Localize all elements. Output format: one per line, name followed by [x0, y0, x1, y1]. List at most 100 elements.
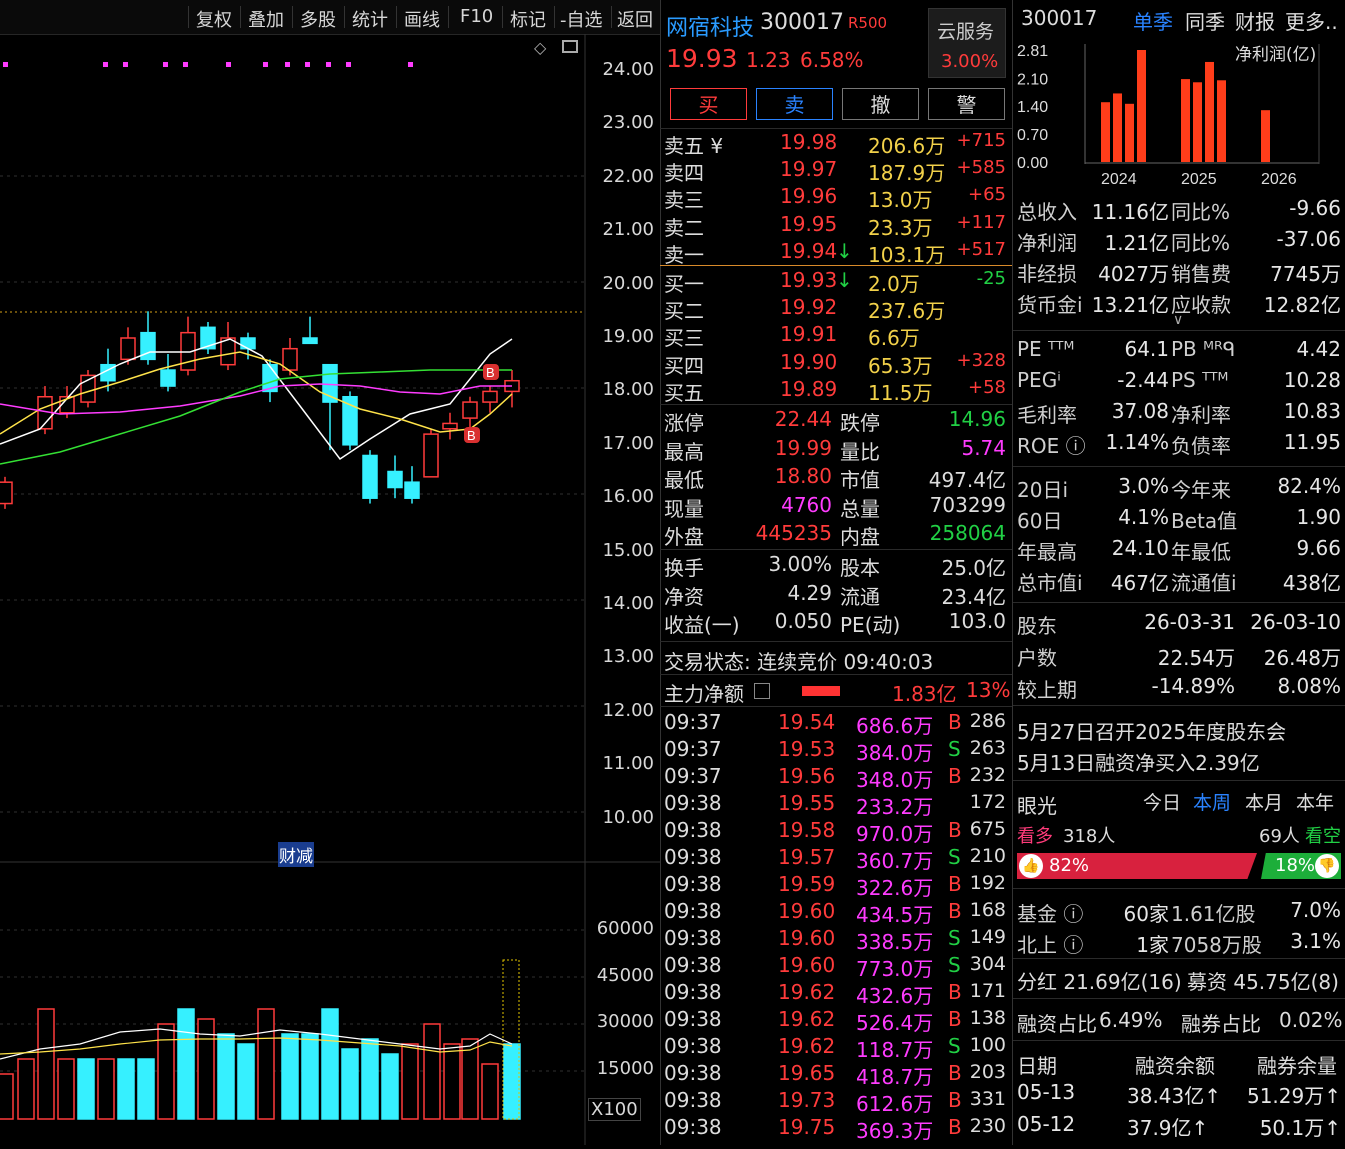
- volume-bar: [481, 1063, 499, 1120]
- fin-label: 总收入: [1017, 200, 1077, 224]
- fin-y-tick: 0.70: [1017, 127, 1048, 144]
- stat-value: 19.99: [774, 435, 832, 460]
- bull-bar[interactable]: 👍 82%: [1017, 853, 1257, 879]
- toolbar-multi[interactable]: 多股: [300, 6, 336, 32]
- last-price: 19.93: [666, 44, 738, 73]
- tick-count: 100: [969, 1034, 1006, 1056]
- tick-row[interactable]: 09:38 19.62 118.7万 S 100: [664, 1034, 1010, 1062]
- list-icon[interactable]: [754, 683, 770, 699]
- fin-value: 1.90: [1296, 505, 1341, 529]
- signal-dot: [103, 62, 108, 67]
- chevron-down-icon[interactable]: ∨: [1173, 312, 1183, 328]
- toolbar-watchlist[interactable]: -自选: [560, 6, 603, 32]
- tick-row[interactable]: 09:37 19.54 686.6万 B 286: [664, 710, 1010, 738]
- toolbar-separator: [344, 6, 345, 28]
- tick-row[interactable]: 09:38 19.75 369.3万 B 230: [664, 1115, 1010, 1143]
- toolbar-mark[interactable]: 标记: [510, 6, 546, 32]
- bull-count: 318人: [1063, 826, 1116, 847]
- kline-chart[interactable]: BB 24.00 23.00 22.00 21.00 20.00 19.00 18.00 17…: [0, 34, 660, 1145]
- panel-toggle-icon[interactable]: [562, 40, 578, 53]
- down-arrow-icon: ↓: [836, 238, 853, 263]
- tick-row[interactable]: 09:37 19.53 384.0万 S 263: [664, 737, 1010, 765]
- toolbar-back[interactable]: 返回: [617, 6, 653, 32]
- tick-row[interactable]: 09:38 19.55 233.2万 172: [664, 791, 1010, 819]
- tick-row[interactable]: 09:38 19.62 432.6万 B 171: [664, 980, 1010, 1008]
- orderbook-row[interactable]: 卖四 19.97 187.9万 +585: [664, 157, 1010, 185]
- stat-value: 23.4亿: [941, 584, 1006, 609]
- tick-count: 168: [969, 899, 1006, 921]
- tick-time: 09:37: [664, 737, 722, 761]
- fin-label: 20日i: [1017, 478, 1069, 502]
- sector-box[interactable]: 云服务 3.00%: [928, 8, 1006, 78]
- cancel-button[interactable]: 撤: [842, 88, 919, 120]
- price-tick: 22.00: [602, 165, 654, 187]
- tick-side: B: [948, 764, 962, 788]
- bear-bar[interactable]: 18% 👎: [1261, 853, 1341, 879]
- tick-count: 203: [969, 1061, 1006, 1083]
- sell-button[interactable]: 卖: [756, 88, 833, 120]
- eye-tab-today[interactable]: 今日: [1143, 788, 1181, 815]
- tick-row[interactable]: 09:38 19.62 526.4万 B 138: [664, 1007, 1010, 1035]
- orderbook-row[interactable]: 卖三 19.96 13.0万 +65: [664, 184, 1010, 212]
- news-item[interactable]: 5月27日召开2025年度股东会: [1017, 716, 1286, 745]
- tick-time: 09:38: [664, 1115, 722, 1139]
- fin-value: 7.0%: [1290, 898, 1341, 922]
- tick-row[interactable]: 09:38 19.58 970.0万 B 675: [664, 818, 1010, 846]
- tick-row[interactable]: 09:38 19.59 322.6万 B 192: [664, 872, 1010, 900]
- signal-dot: [326, 62, 331, 67]
- tick-amount: 773.0万: [856, 957, 934, 981]
- holder-label: 户数: [1017, 646, 1057, 670]
- fin-value: 3.1%: [1290, 929, 1341, 953]
- orderbook-row[interactable]: 卖二 19.95 23.3万 +117: [664, 212, 1010, 240]
- tick-row[interactable]: 09:38 19.60 434.5万 B 168: [664, 899, 1010, 927]
- orderbook-row[interactable]: 买一 19.93 ↓ 2.0万 -25: [664, 268, 1010, 296]
- main-flow-pct: 13%: [966, 678, 1011, 702]
- tick-row[interactable]: 09:38 19.60 338.5万 S 149: [664, 926, 1010, 954]
- toolbar-stats[interactable]: 统计: [352, 6, 388, 32]
- tick-row[interactable]: 09:38 19.65 418.7万 B 203: [664, 1061, 1010, 1089]
- stat-label: 跌停: [840, 411, 880, 435]
- toolbar-overlay[interactable]: 叠加: [248, 6, 284, 32]
- tick-row[interactable]: 09:37 19.56 348.0万 B 232: [664, 764, 1010, 792]
- stat-row: 最高 19.99 量比 5.74: [664, 435, 1010, 464]
- toolbar-fuquan[interactable]: 复权: [196, 6, 232, 32]
- orderbook-row[interactable]: 卖五 ¥ 19.98 206.6万 +715: [664, 130, 1010, 158]
- eye-tab-month[interactable]: 本月: [1245, 788, 1283, 815]
- orderbook-row[interactable]: 买四 19.90 65.3万 +328: [664, 350, 1010, 378]
- alert-button[interactable]: 警: [928, 88, 1005, 120]
- diamond-icon[interactable]: ◇: [534, 38, 546, 57]
- profit-bar: [1137, 50, 1146, 162]
- eye-tab-year[interactable]: 本年: [1296, 788, 1334, 815]
- buy-button[interactable]: 买: [670, 88, 747, 120]
- toolbar-separator: [502, 6, 503, 28]
- divider: [660, 549, 1012, 550]
- eye-tab-week[interactable]: 本周: [1193, 788, 1231, 815]
- orderbook-row[interactable]: 买五 19.89 11.5万 +58: [664, 377, 1010, 405]
- tick-amount: 338.5万: [856, 930, 934, 954]
- tick-row[interactable]: 09:38 19.73 612.6万 B 331: [664, 1088, 1010, 1116]
- tick-row[interactable]: 09:38 19.57 360.7万 S 210: [664, 845, 1010, 873]
- tick-amount: 432.6万: [856, 984, 934, 1008]
- divider: [1013, 780, 1345, 781]
- fin-value: 24.10: [1111, 536, 1169, 560]
- signal-dot: [3, 62, 8, 67]
- orderbook-row[interactable]: 卖一 19.94 ↓ 103.1万 +517: [664, 238, 1010, 267]
- orderbook-row[interactable]: 买二 19.92 237.6万: [664, 295, 1010, 323]
- event-label[interactable]: 财减: [278, 842, 314, 867]
- orderbook-row[interactable]: 买三 19.91 6.6万: [664, 322, 1010, 350]
- margin-pct: 6.49%: [1099, 1008, 1163, 1032]
- news-item[interactable]: 5月13日融资净买入2.39亿: [1017, 747, 1260, 776]
- tick-time: 09:38: [664, 953, 722, 977]
- margin-date: 05-12: [1017, 1112, 1076, 1136]
- toolbar-draw[interactable]: 画线: [404, 6, 440, 32]
- short-balance: 50.1万↑: [1259, 1116, 1341, 1140]
- fin-value: 1.21亿: [1104, 231, 1169, 255]
- orderbook-volume: 65.3万: [868, 353, 933, 378]
- orderbook-level: 买一: [664, 272, 704, 296]
- divider: [1013, 998, 1345, 999]
- price-tick: 12.00: [602, 699, 654, 721]
- margin-balance: 38.43亿↑: [1127, 1084, 1222, 1108]
- tick-row[interactable]: 09:38 19.60 773.0万 S 304: [664, 953, 1010, 981]
- fin-x-tick: 2024: [1101, 171, 1137, 188]
- toolbar-f10[interactable]: F10: [460, 6, 493, 27]
